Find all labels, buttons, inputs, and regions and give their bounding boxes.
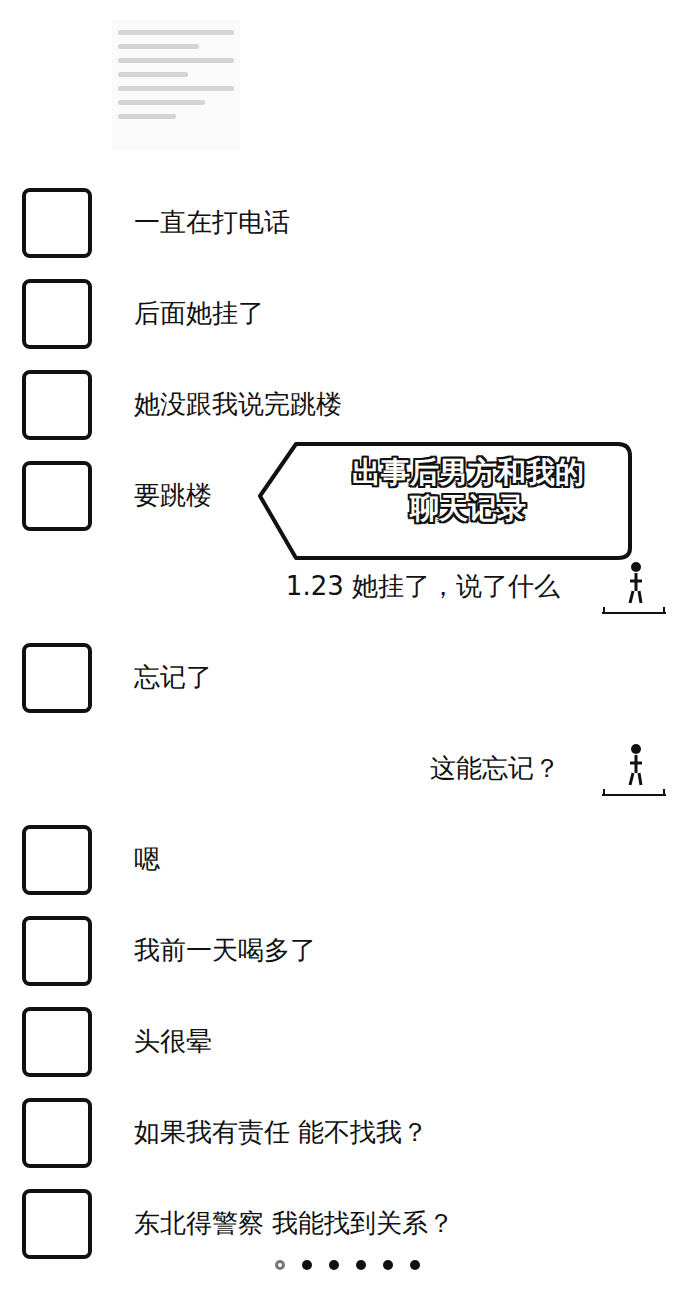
- message-row: 嗯: [0, 814, 690, 905]
- message-row: 头很晕: [0, 996, 690, 1087]
- message-row: 后面她挂了: [0, 268, 690, 359]
- message-text: 我前一天喝多了: [134, 934, 316, 968]
- annotation-bubble: 出事后男方和我的聊天记录: [256, 436, 636, 564]
- message-text: 一直在打电话: [134, 206, 290, 240]
- avatar-icon[interactable]: [22, 916, 92, 986]
- avatar-icon[interactable]: [22, 1007, 92, 1077]
- message-text: 忘记了: [134, 661, 212, 695]
- message-text: 要跳楼: [134, 479, 212, 513]
- message-text: 如果我有责任 能不找我？: [134, 1116, 428, 1150]
- page-dot[interactable]: [356, 1260, 366, 1270]
- page-dot[interactable]: [302, 1260, 312, 1270]
- message-list: 一直在打电话后面她挂了她没跟我说完跳楼要跳楼 1.23 她挂了，说了什么忘记了这能…: [0, 177, 690, 1269]
- message-row: 她没跟我说完跳楼: [0, 359, 690, 450]
- message-row: 这能忘记？: [0, 723, 690, 814]
- message-text: 1.23 她挂了，说了什么: [286, 570, 560, 604]
- message-row: 一直在打电话: [0, 177, 690, 268]
- avatar-icon[interactable]: [22, 825, 92, 895]
- avatar-icon[interactable]: [22, 370, 92, 440]
- page-dot[interactable]: [275, 1260, 285, 1270]
- message-text: 这能忘记？: [430, 752, 560, 786]
- avatar-icon[interactable]: [600, 739, 668, 799]
- message-text: 她没跟我说完跳楼: [134, 388, 342, 422]
- avatar-icon[interactable]: [22, 461, 92, 531]
- page-dot[interactable]: [329, 1260, 339, 1270]
- message-text: 头很晕: [134, 1025, 212, 1059]
- message-text: 后面她挂了: [134, 297, 264, 331]
- avatar-icon[interactable]: [22, 643, 92, 713]
- page-dot[interactable]: [383, 1260, 393, 1270]
- attached-picture[interactable]: [112, 20, 240, 150]
- avatar-icon[interactable]: [22, 188, 92, 258]
- message-row: 忘记了: [0, 632, 690, 723]
- avatar-icon[interactable]: [22, 279, 92, 349]
- page-dot[interactable]: [410, 1260, 420, 1270]
- message-row: 东北得警察 我能找到关系？: [0, 1178, 690, 1269]
- annotation-line: 出事后男方和我的: [308, 454, 628, 490]
- message-text: 东北得警察 我能找到关系？: [134, 1207, 454, 1241]
- message-text: 嗯: [134, 843, 160, 877]
- page-indicator: [0, 1260, 690, 1270]
- avatar-icon[interactable]: [22, 1098, 92, 1168]
- message-row: 如果我有责任 能不找我？: [0, 1087, 690, 1178]
- avatar-icon[interactable]: [22, 1189, 92, 1259]
- avatar-icon[interactable]: [600, 557, 668, 617]
- annotation-line: 聊天记录: [308, 490, 628, 526]
- message-row: 我前一天喝多了: [0, 905, 690, 996]
